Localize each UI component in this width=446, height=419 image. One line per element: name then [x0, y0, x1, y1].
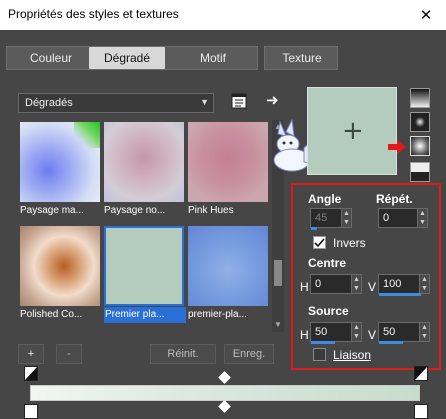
stepper-icon[interactable]: ▲ ▼ — [351, 323, 361, 341]
radial-gradient-type-button[interactable] — [410, 162, 430, 182]
center-v-field[interactable]: 100 ▲ ▼ — [378, 274, 430, 296]
start-stop-icon[interactable] — [24, 404, 38, 419]
source-v-value: 50 — [383, 326, 396, 338]
gradient-caption: premier-pla... — [188, 309, 247, 320]
gradient-swatch — [104, 226, 184, 306]
gradient-thumb[interactable]: Pink Hues — [188, 122, 268, 221]
gradient-thumb[interactable]: Paysage no... — [104, 122, 184, 221]
gradient-caption: Pink Hues — [188, 205, 234, 216]
gradient-thumb[interactable]: Polished Co... — [20, 226, 100, 325]
arrow-right-icon[interactable]: ➜ — [266, 91, 279, 109]
window-title: Propriétés des styles et textures — [8, 7, 179, 21]
source-v-field[interactable]: 50 ▲ ▼ — [378, 322, 430, 344]
dropdown-label: Dégradés — [25, 97, 73, 109]
gradient-caption: Premier pla... — [104, 307, 186, 323]
save-button[interactable]: Enreg. — [224, 344, 274, 364]
scroll-thumb[interactable] — [274, 260, 282, 286]
source-h-field[interactable]: 50 ▲ ▼ — [310, 322, 362, 344]
gradient-library-dropdown[interactable]: Dégradés ▼ — [18, 93, 214, 113]
source-v-slider-fill — [379, 341, 403, 344]
gradient-caption: Polished Co... — [20, 309, 83, 320]
link-checkbox[interactable] — [313, 348, 326, 361]
resource-manager-icon[interactable] — [230, 92, 248, 110]
crosshair-icon: + — [342, 116, 364, 146]
start-stop-color-icon[interactable] — [24, 366, 38, 381]
angle-label: Angle — [308, 192, 342, 206]
chevron-down-icon: ▼ — [200, 97, 209, 107]
sunburst-gradient-type-button[interactable] — [410, 136, 430, 156]
center-h-value: 0 — [315, 278, 322, 290]
tab-degrade[interactable]: Dégradé — [89, 47, 165, 69]
tab-couleur[interactable]: Couleur — [13, 47, 89, 69]
center-v-label: V — [368, 280, 377, 294]
center-v-value: 100 — [383, 278, 402, 290]
center-h-field[interactable]: 0 ▲ ▼ — [310, 274, 362, 294]
stepper-icon[interactable]: ▲ ▼ — [351, 275, 361, 293]
angle-value: 45 — [315, 212, 328, 224]
angle-slider-fill — [311, 227, 317, 230]
repeat-label: Répét. — [376, 192, 413, 206]
gradient-preview[interactable]: + — [307, 87, 397, 175]
source-label: Source — [308, 304, 349, 318]
gradient-thumb[interactable]: premier-pla... — [188, 226, 268, 325]
angle-field[interactable]: 45 ▲ ▼ — [310, 208, 352, 230]
center-h-label: H — [300, 280, 309, 294]
invert-checkbox[interactable] — [313, 236, 326, 249]
end-stop-color-icon[interactable] — [414, 366, 428, 381]
repeat-field[interactable]: 0 ▲ ▼ — [378, 208, 428, 228]
source-h-slider-fill — [311, 341, 335, 344]
tab-group-left: Couleur Dégradé Motif — [6, 46, 258, 70]
reset-button[interactable]: Réinit. — [150, 344, 216, 364]
green-corner — [74, 122, 100, 148]
stepper-icon[interactable]: ▲ ▼ — [417, 209, 427, 227]
red-arrow-icon — [388, 140, 406, 154]
source-v-label: V — [368, 328, 377, 342]
center-label: Centre — [308, 256, 347, 270]
gradient-swatch — [104, 122, 184, 202]
center-v-slider-fill — [379, 293, 421, 296]
title-bar: Propriétés des styles et textures ✕ — [0, 0, 446, 30]
stepper-icon[interactable]: ▲ ▼ — [341, 209, 351, 227]
gradient-caption: Paysage no... — [104, 205, 166, 216]
link-label: Liaison — [333, 348, 372, 362]
gradient-bar[interactable] — [30, 385, 420, 401]
gradient-thumb-selected[interactable]: Premier pla... — [104, 226, 186, 325]
linear-gradient-type-button[interactable] — [410, 88, 430, 108]
tab-group-right: Texture — [264, 46, 338, 70]
gradient-caption: Paysage ma... — [20, 205, 84, 216]
stepper-icon[interactable]: ▲ ▼ — [419, 275, 429, 293]
gradient-thumb[interactable]: Paysage ma... — [20, 122, 100, 221]
source-h-value: 50 — [315, 326, 328, 338]
gradient-swatch — [188, 122, 268, 202]
invert-label: Invers — [333, 236, 366, 250]
gradient-swatch — [20, 122, 100, 202]
rectangular-gradient-type-button[interactable] — [410, 112, 430, 132]
end-stop-icon[interactable] — [414, 404, 428, 419]
source-h-label: H — [300, 328, 309, 342]
scroll-down-icon[interactable]: ▼ — [274, 320, 282, 329]
tab-motif[interactable]: Motif — [177, 47, 249, 69]
remove-button[interactable]: - — [56, 344, 82, 364]
gradient-swatch — [188, 226, 268, 306]
tab-texture[interactable]: Texture — [269, 47, 335, 69]
close-icon[interactable]: ✕ — [414, 3, 438, 27]
stepper-icon[interactable]: ▲ ▼ — [419, 323, 429, 341]
add-button[interactable]: + — [18, 344, 44, 364]
repeat-value: 0 — [383, 212, 390, 224]
gradient-swatch — [20, 226, 100, 306]
